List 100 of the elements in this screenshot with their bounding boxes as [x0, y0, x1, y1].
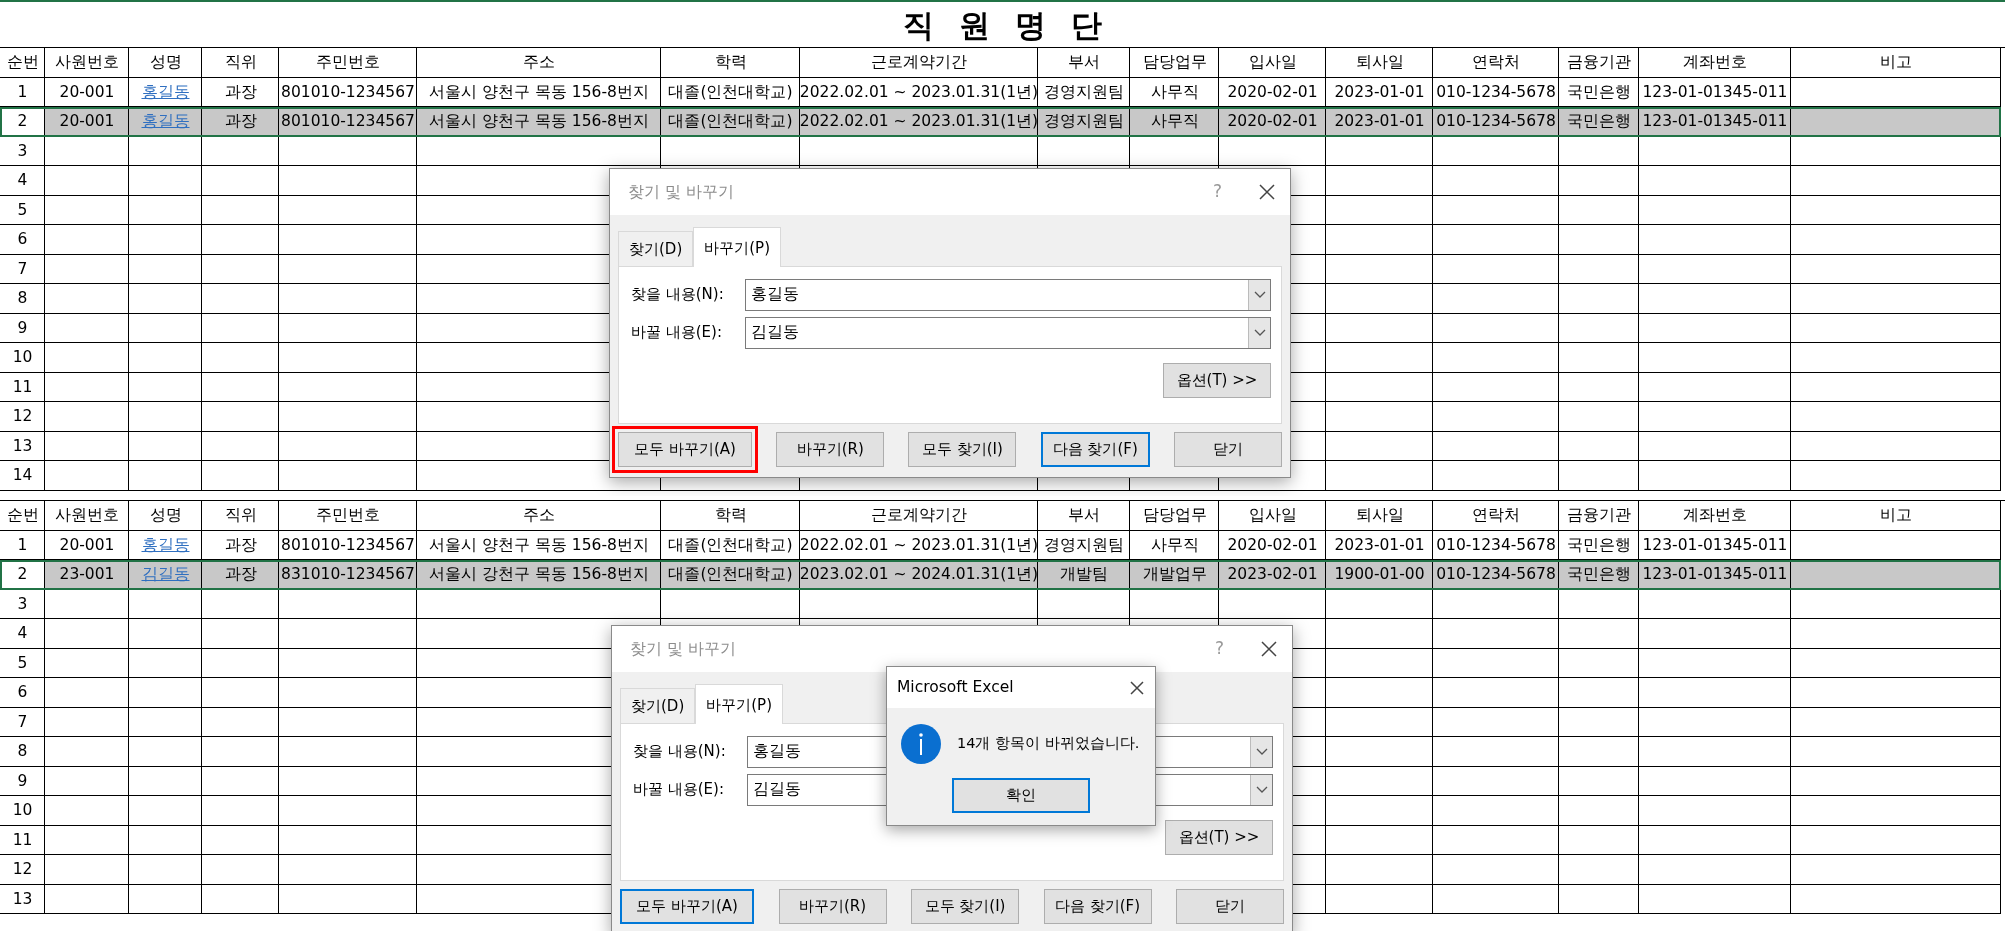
row-number: 6	[16, 229, 29, 251]
row-number: 2	[16, 111, 29, 133]
column-header: 학력	[713, 52, 748, 74]
column-header: 주민번호	[315, 505, 381, 527]
field-label: 바꿀 내용(E):	[631, 322, 723, 344]
column-header: 연락처	[1471, 52, 1521, 74]
column-header: 계좌번호	[1682, 505, 1748, 527]
column-header: 주소	[522, 52, 556, 74]
field-label: 바꿀 내용(E):	[633, 779, 725, 801]
cell-text: 20-001	[58, 534, 116, 556]
row-number: 7	[16, 258, 29, 280]
column-header: 부서	[1067, 505, 1101, 527]
column-header: 성명	[148, 52, 183, 74]
cell-text: 2023.02.01 ~ 2024.01.31(1년)	[800, 564, 1038, 586]
row-number: 13	[11, 435, 34, 457]
cell-text: 010-1234-5678	[1435, 81, 1557, 103]
cell-text: 서울시 양천구 목동 156-8번지	[428, 534, 650, 556]
cell-text: 2023-01-01	[1333, 534, 1426, 556]
cell-text: 대졸(인천대학교)	[667, 534, 794, 556]
row-number: 8	[16, 741, 29, 763]
cell-text: 2023-01-01	[1333, 111, 1426, 133]
cell-text: 국민은행	[1566, 81, 1632, 103]
field-label: 찾을 내용(N):	[631, 284, 725, 306]
field-label: 찾을 내용(N):	[633, 741, 727, 763]
dialog-title: 찾기 및 바꾸기	[630, 638, 737, 660]
sheet-title: 직 원 명 단	[903, 6, 1102, 45]
cell-text: 801010-1234567	[280, 111, 416, 133]
row-number: 4	[16, 170, 29, 192]
cell-text: 사무직	[1149, 534, 1200, 556]
column-header: 학력	[713, 505, 748, 527]
row-number: 5	[16, 199, 29, 221]
cell-text: 사무직	[1149, 111, 1200, 133]
column-header: 부서	[1067, 52, 1101, 74]
column-header: 직위	[223, 52, 258, 74]
column-header: 비고	[1879, 505, 1913, 527]
cell-text: 국민은행	[1566, 564, 1632, 586]
row-number: 11	[11, 376, 34, 398]
cell-text: 사무직	[1149, 81, 1200, 103]
cell-text: 801010-1234567	[280, 534, 416, 556]
message-text: 14개 항목이 바뀌었습니다.	[957, 734, 1140, 754]
cell-text: 010-1234-5678	[1435, 564, 1557, 586]
cell-text: 국민은행	[1566, 111, 1632, 133]
column-header: 사원번호	[54, 505, 120, 527]
cell-text: 20-001	[58, 111, 116, 133]
cell-text: 123-01-01345-011	[1641, 81, 1789, 103]
row-number: 7	[16, 711, 29, 733]
cell-text: 20-001	[58, 81, 116, 103]
cell-text: 1900-01-00	[1333, 564, 1426, 586]
column-header: 비고	[1879, 52, 1913, 74]
cell-text: 과장	[223, 534, 258, 556]
cell-text: 개발업무	[1141, 564, 1208, 586]
cell-text: 2022.02.01 ~ 2023.01.31(1년)	[800, 81, 1038, 103]
column-header: 입사일	[1247, 505, 1298, 527]
row-number: 4	[16, 623, 29, 645]
cell-text: 경영지원팀	[1043, 534, 1125, 556]
cell-text: 010-1234-5678	[1435, 534, 1557, 556]
row-number: 11	[11, 829, 34, 851]
column-header: 금융기관	[1566, 52, 1632, 74]
column-header: 주민번호	[315, 52, 381, 74]
column-header: 연락처	[1471, 505, 1521, 527]
row-number: 1	[16, 81, 29, 103]
cell-text: 개발팀	[1059, 564, 1109, 586]
row-number: 10	[11, 347, 34, 369]
column-header: 직위	[223, 505, 258, 527]
column-header: 주소	[522, 505, 556, 527]
cell-text: 2020-02-01	[1226, 111, 1319, 133]
cell-text: 2020-02-01	[1226, 534, 1319, 556]
row-number: 5	[16, 652, 29, 674]
row-number: 3	[16, 140, 29, 162]
row-number: 12	[11, 859, 34, 881]
row-number: 13	[11, 888, 34, 910]
cell-text: 서울시 강천구 목동 156-8번지	[428, 564, 650, 586]
row-number: 3	[16, 593, 29, 615]
cell-text: 서울시 양천구 목동 156-8번지	[428, 111, 650, 133]
column-header: 계좌번호	[1682, 52, 1748, 74]
column-header: 퇴사일	[1354, 52, 1405, 74]
column-header: 근로계약기간	[870, 52, 968, 74]
cell-text: 대졸(인천대학교)	[667, 111, 794, 133]
row-number: 8	[16, 288, 29, 310]
cell-text: 123-01-01345-011	[1641, 564, 1789, 586]
row-number: 9	[16, 770, 29, 792]
cell-text: 과장	[223, 564, 258, 586]
cell-text: 2022.02.01 ~ 2023.01.31(1년)	[800, 111, 1038, 133]
cell-text: 서울시 양천구 목동 156-8번지	[428, 81, 650, 103]
cell-text: 123-01-01345-011	[1641, 534, 1789, 556]
column-header: 담당업무	[1141, 52, 1208, 74]
column-header: 퇴사일	[1354, 505, 1405, 527]
row-number: 12	[11, 406, 34, 428]
cell-text: 801010-1234567	[280, 81, 416, 103]
column-header: 순번	[5, 52, 40, 74]
cell-text: 23-001	[58, 564, 116, 586]
row-number: 1	[16, 534, 29, 556]
cell-text: 123-01-01345-011	[1641, 111, 1789, 133]
column-header: 근로계약기간	[870, 505, 968, 527]
row-number: 14	[11, 465, 34, 487]
column-header: 입사일	[1247, 52, 1298, 74]
cell-text: 2023-01-01	[1333, 81, 1426, 103]
cell-text: 대졸(인천대학교)	[667, 564, 794, 586]
cell-text: 2020-02-01	[1226, 81, 1319, 103]
row-number: 2	[16, 564, 29, 586]
